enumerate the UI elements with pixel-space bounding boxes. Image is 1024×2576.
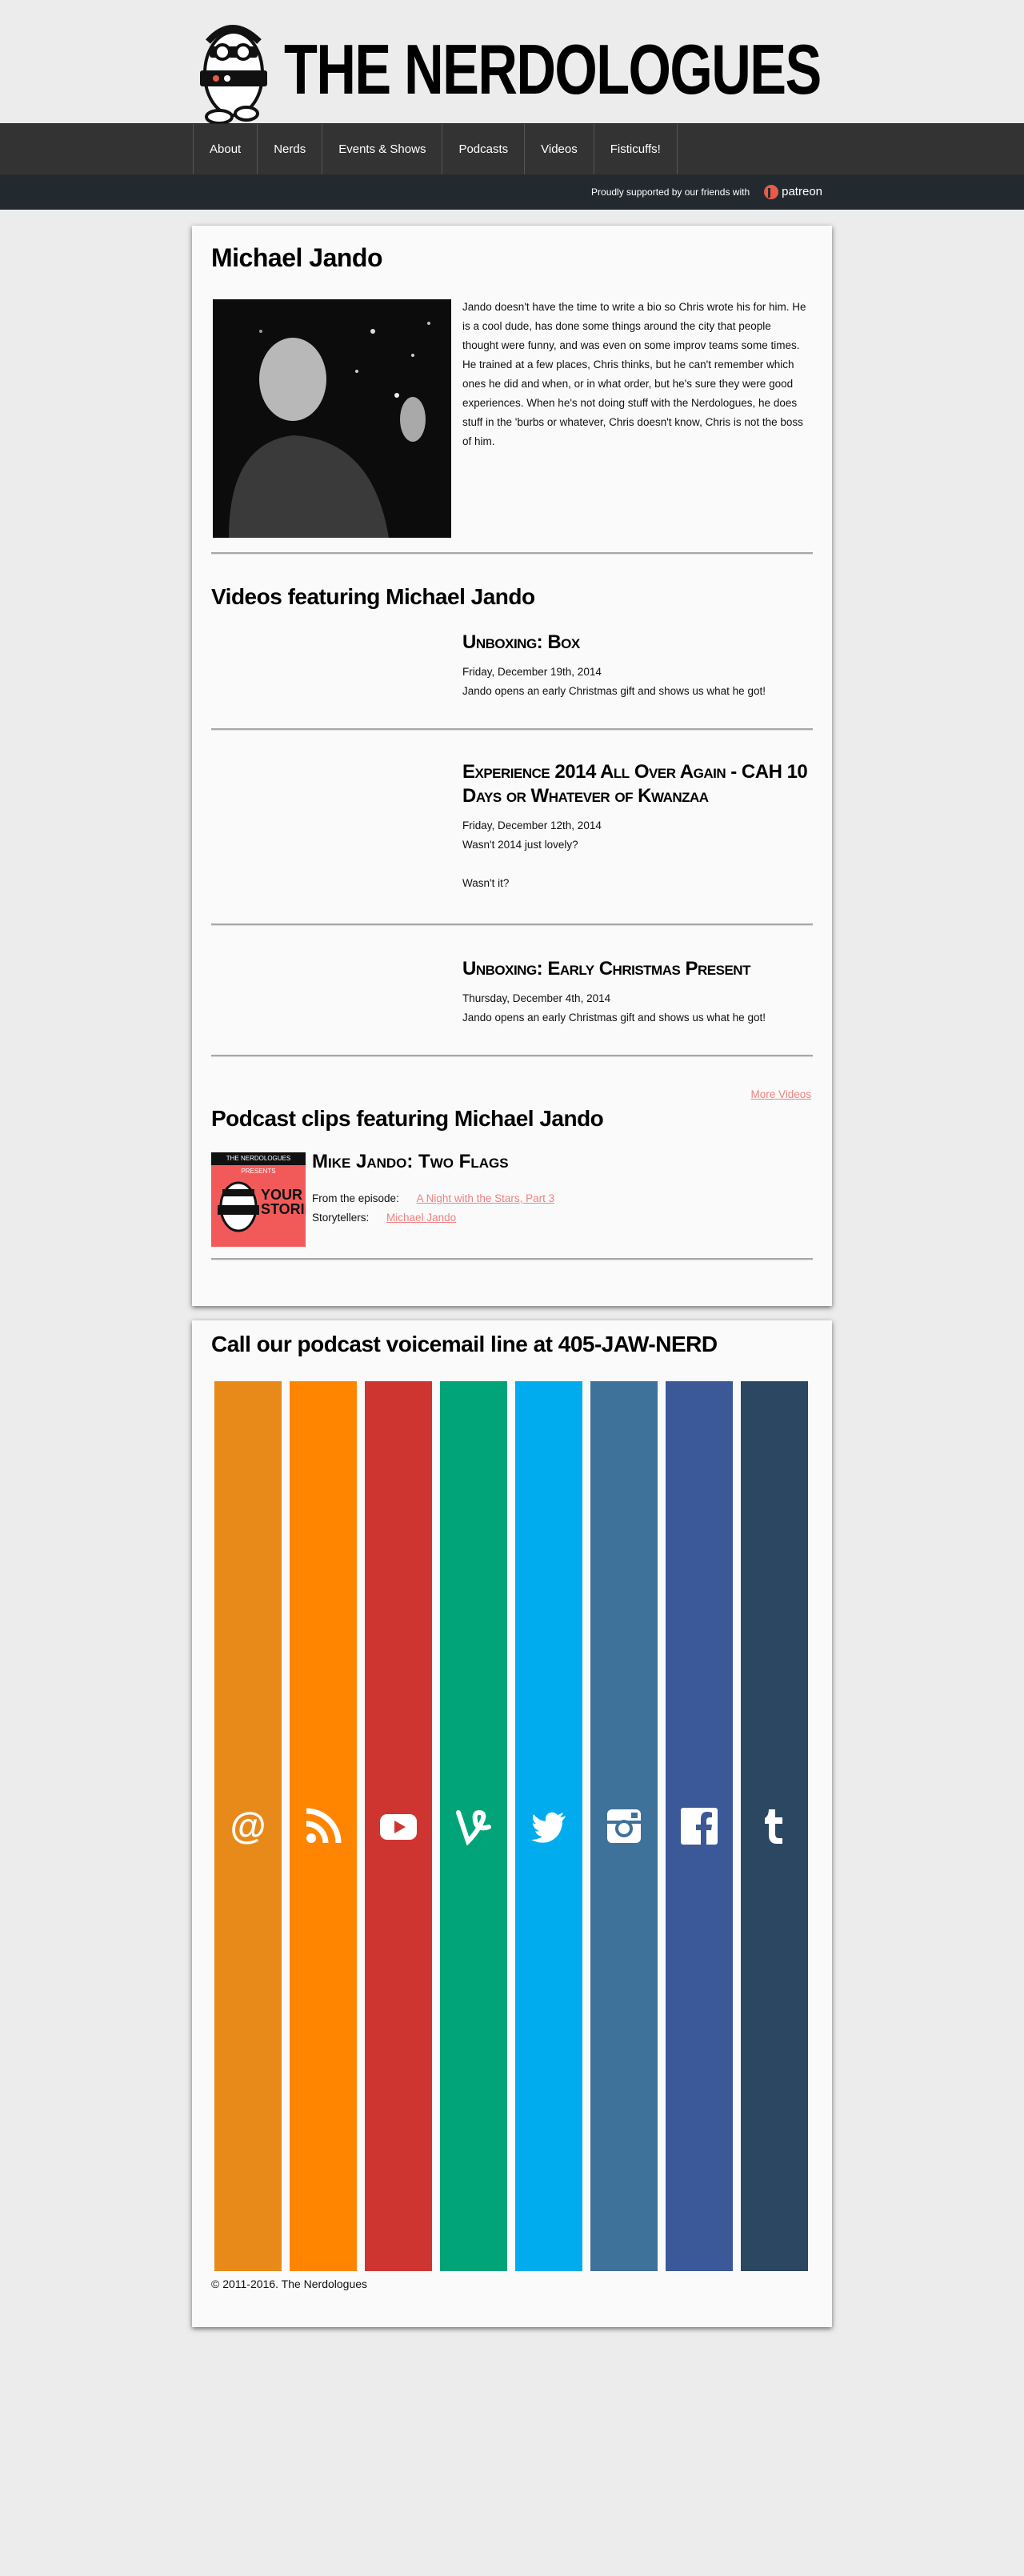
social-links: @ [214,1381,808,2271]
divider [211,1055,813,1057]
video-title[interactable]: Unboxing: Box [462,631,814,655]
nav-item-events[interactable]: Events & Shows [322,124,443,175]
mascot-logo-icon[interactable] [192,8,272,126]
social-tumblr-button[interactable] [741,1381,808,2271]
main-nav: About Nerds Events & Shows Podcasts Vide… [0,123,1024,175]
patreon-icon [764,185,779,199]
site-title[interactable]: THE NERDOLOGUES [284,26,822,114]
video-date: Friday, December 19th, 2014 [462,666,602,678]
nav-item-videos[interactable]: Videos [525,124,594,175]
thumbnail-caption: THE NERDOLOGUES PRESENTS [211,1152,306,1175]
video-item[interactable]: Experience 2014 All Over Again - CAH 10 … [462,760,814,893]
nav-item-fisticuffs[interactable]: Fisticuffs! [594,124,678,175]
video-desc-extra: Wasn't it? [462,877,510,889]
video-desc: Jando opens an early Christmas gift and … [462,1012,766,1024]
podcasts-heading: Podcast clips featuring Michael Jando [211,1106,604,1131]
thumbnail-title: YOUR STORIES [261,1187,306,1217]
podcast-clip-title[interactable]: Mike Jando: Two Flags [312,1151,509,1173]
divider [211,728,813,731]
patreon-label: patreon [782,185,822,198]
more-videos-link[interactable]: More Videos [750,1088,811,1100]
rss-icon [306,1808,342,1844]
site-header: THE NERDOLOGUES [0,0,1024,126]
divider [211,923,813,926]
person-photo-icon [213,299,451,538]
profile-photo [213,299,451,538]
sponsor-bar: Proudly supported by our friends with pa… [0,174,1024,210]
vine-icon [456,1809,491,1846]
social-instagram-button[interactable] [590,1381,658,2271]
social-email-button[interactable]: @ [214,1381,282,2271]
social-facebook-button[interactable] [666,1381,733,2271]
nav-item-nerds[interactable]: Nerds [258,124,323,175]
profile-panel: Michael Jando Jando doesn't have the tim… [192,226,832,1306]
instagram-icon [607,1809,641,1843]
facebook-icon [681,1808,718,1845]
storyteller-link[interactable]: Michael Jando [386,1212,456,1224]
video-title[interactable]: Experience 2014 All Over Again - CAH 10 … [462,760,814,808]
page-title: Michael Jando [211,243,383,272]
social-twitter-button[interactable] [515,1381,582,2271]
episode-link[interactable]: A Night with the Stars, Part 3 [417,1192,555,1204]
svg-text:@: @ [230,1806,266,1846]
nav-item-podcasts[interactable]: Podcasts [442,124,526,175]
copyright: © 2011-2016. The Nerdologues [211,2278,368,2290]
divider [211,1258,813,1260]
sponsor-text: Proudly supported by our friends with [591,186,750,198]
video-desc: Jando opens an early Christmas gift and … [462,685,766,697]
podcast-thumbnail[interactable]: THE NERDOLOGUES PRESENTS YOUR STORIES [211,1152,306,1247]
video-title[interactable]: Unboxing: Early Christmas Present [462,957,814,981]
video-desc: Wasn't 2014 just lovely? [462,839,578,851]
podcast-meta: From the episode: A Night with the Stars… [312,1189,554,1228]
video-item[interactable]: Unboxing: Early Christmas Present Thursd… [462,957,814,1028]
twitter-icon [531,1812,566,1843]
video-date: Friday, December 12th, 2014 [462,819,602,831]
video-item[interactable]: Unboxing: Box Friday, December 19th, 201… [462,631,814,701]
social-youtube-button[interactable] [365,1381,432,2271]
social-vine-button[interactable] [440,1381,507,2271]
episode-label: From the episode: [312,1192,399,1204]
videos-heading: Videos featuring Michael Jando [211,584,535,609]
profile-bio: Jando doesn't have the time to write a b… [462,301,806,447]
footer-panel: Call our podcast voicemail line at 405-J… [192,1320,832,2327]
patreon-link[interactable]: patreon [764,174,822,210]
youtube-icon [380,1814,417,1840]
voicemail-heading: Call our podcast voicemail line at 405-J… [211,1332,718,1356]
social-rss-button[interactable] [290,1381,357,2271]
divider [211,552,813,555]
video-date: Thursday, December 4th, 2014 [462,992,611,1004]
nav-item-about[interactable]: About [194,124,258,175]
storytellers-label: Storytellers: [312,1212,370,1224]
email-icon: @ [230,1806,266,1846]
tumblr-icon [765,1809,782,1844]
